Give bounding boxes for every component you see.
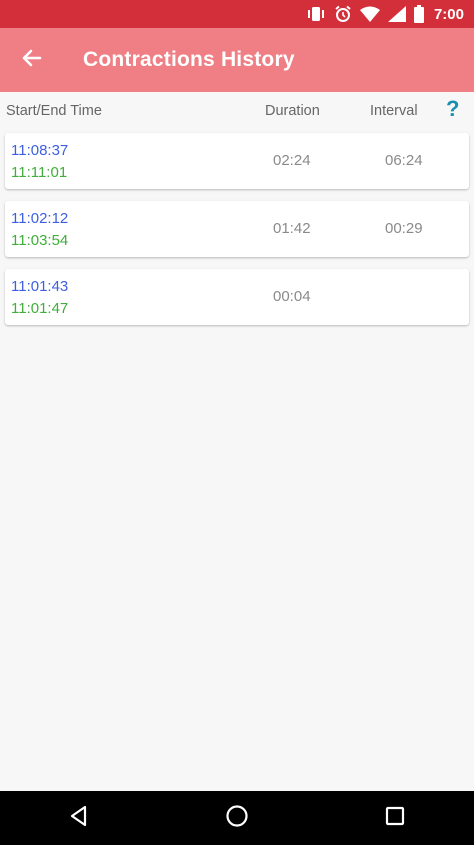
nav-recents-button[interactable] bbox=[365, 791, 425, 845]
header-duration: Duration bbox=[265, 103, 320, 119]
duration: 01:42 bbox=[273, 220, 311, 237]
column-header: Start/End Time Duration Interval ? bbox=[0, 92, 474, 130]
header-interval: Interval bbox=[370, 103, 418, 119]
interval: 00:29 bbox=[385, 220, 423, 237]
list-item[interactable]: 11:02:12 11:03:54 01:42 00:29 bbox=[5, 201, 469, 257]
nav-back-button[interactable] bbox=[49, 791, 109, 845]
list-item[interactable]: 11:01:43 11:01:47 00:04 bbox=[5, 269, 469, 325]
interval: 06:24 bbox=[385, 152, 423, 169]
start-time: 11:08:37 bbox=[11, 142, 69, 159]
duration: 00:04 bbox=[273, 288, 311, 305]
back-button[interactable] bbox=[0, 28, 64, 92]
navigation-bar bbox=[0, 791, 474, 845]
end-time: 11:03:54 bbox=[11, 232, 69, 249]
header-start-end-time: Start/End Time bbox=[6, 103, 102, 119]
start-time: 11:02:12 bbox=[11, 210, 69, 227]
help-icon[interactable]: ? bbox=[446, 96, 459, 122]
nav-home-button[interactable] bbox=[207, 791, 267, 845]
wifi-icon bbox=[359, 6, 380, 22]
signal-icon bbox=[387, 6, 406, 22]
start-time: 11:01:43 bbox=[11, 278, 69, 295]
list-item[interactable]: 11:08:37 11:11:01 02:24 06:24 bbox=[5, 133, 469, 189]
alarm-icon bbox=[334, 5, 352, 23]
battery-icon bbox=[413, 5, 424, 23]
arrow-back-icon bbox=[22, 48, 42, 73]
home-circle-icon bbox=[225, 804, 249, 833]
contractions-list: 11:08:37 11:11:01 02:24 06:24 11:02:12 1… bbox=[5, 133, 469, 337]
end-time: 11:01:47 bbox=[11, 300, 69, 317]
end-time: 11:11:01 bbox=[11, 164, 68, 181]
recents-square-icon bbox=[385, 806, 405, 831]
status-time: 7:00 bbox=[433, 5, 464, 23]
duration: 02:24 bbox=[273, 152, 311, 169]
app-bar: Contractions History bbox=[0, 28, 474, 92]
vibrate-icon bbox=[306, 6, 326, 22]
status-bar: 7:00 bbox=[0, 0, 474, 28]
back-triangle-icon bbox=[68, 805, 90, 832]
page-title: Contractions History bbox=[83, 48, 295, 71]
